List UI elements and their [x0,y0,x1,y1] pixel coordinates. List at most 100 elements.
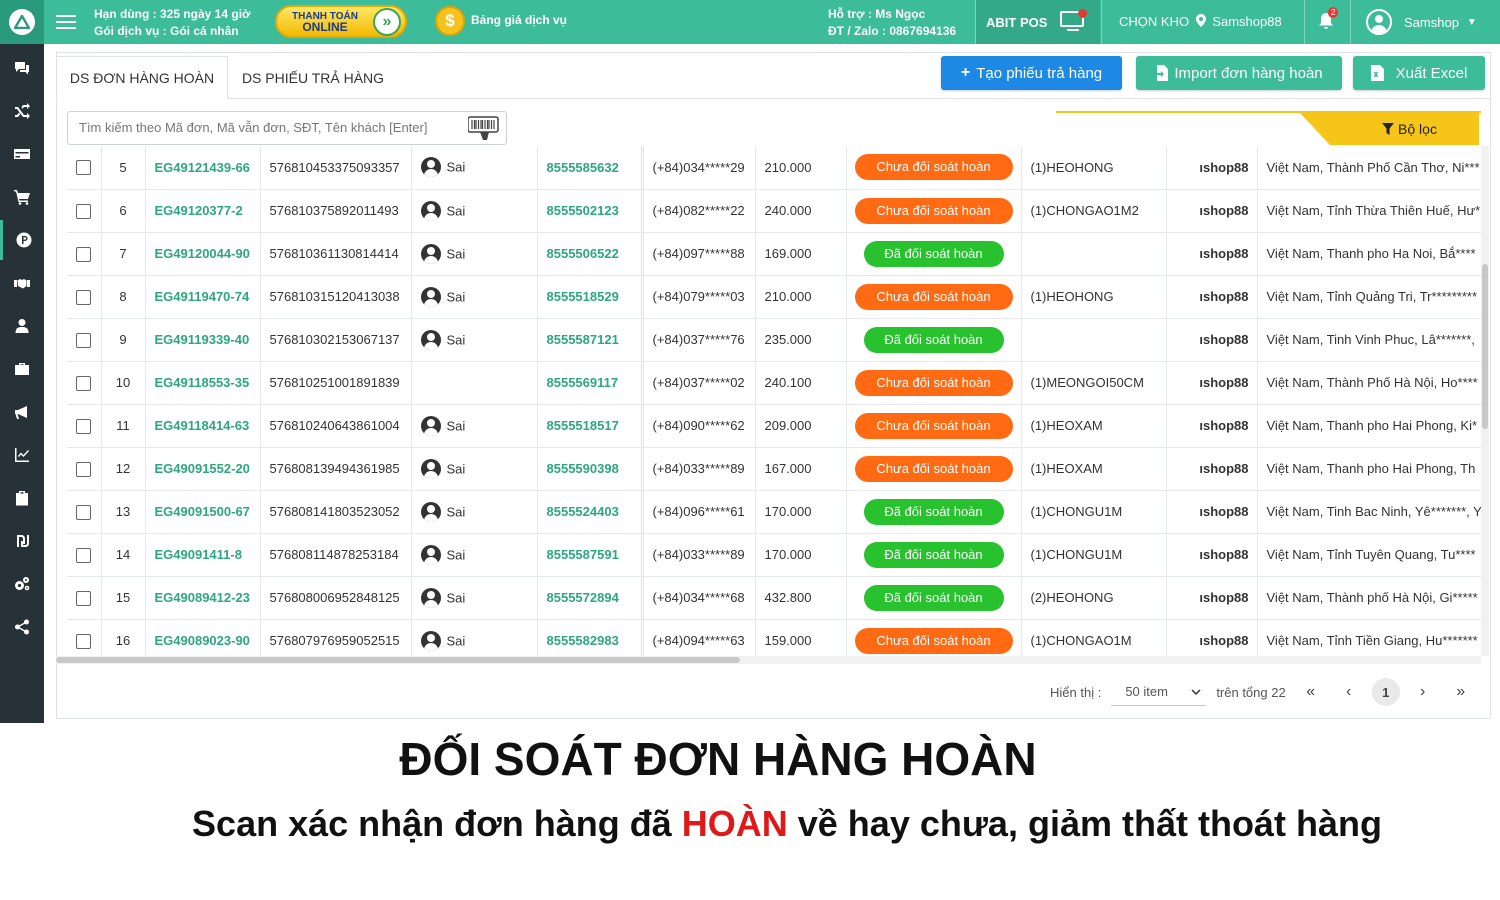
scrollbar-thumb[interactable] [56,657,740,663]
sidebar-item-cart[interactable] [0,177,44,217]
status-badge[interactable]: Đã đối soát hoàn [863,584,1004,611]
abit-pos-button[interactable]: ABIT POS [976,0,1100,44]
order-code-link[interactable]: EG49091500-67 [145,490,261,534]
sidebar-item-customers[interactable] [0,306,44,346]
status-badge[interactable]: Đã đối soát hoàn [863,240,1004,267]
status-badge[interactable]: Chưa đối soát hoàn [854,197,1013,224]
sidebar-item-marketing[interactable] [0,392,44,432]
sidebar-item-card[interactable] [0,134,44,174]
sidebar-item-finance[interactable] [0,521,44,561]
row-checkbox[interactable] [76,547,92,563]
table-row[interactable]: 16 EG49089023-90 576807976959052515 Sai 8555… [67,619,1482,656]
status-badge[interactable]: Chưa đối soát hoàn [854,369,1013,396]
table-row[interactable]: 10 EG49118553-35 576810251001891839 8555569… [67,361,1482,405]
first-page-button[interactable]: « [1296,678,1326,706]
table-row[interactable]: 13 EG49091500-67 576808141803523052 Sai 8555… [67,490,1482,534]
order-code-link[interactable]: EG49118553-35 [145,361,261,405]
table-row[interactable]: 5 EG49121439-66 576810453375093357 Sai 85555… [67,146,1482,190]
table-row[interactable]: 14 EG49091411-8 576808114878253184 Sai 85555… [67,533,1482,577]
order-code-link[interactable]: EG49120377-2 [145,189,261,233]
row-checkbox[interactable] [76,504,92,520]
export-excel-button[interactable]: Xuất Excel [1353,56,1485,90]
filter-button[interactable]: Bộ lọc [1300,113,1479,145]
table-row[interactable]: 12 EG49091552-20 576808139494361985 Sai 8555… [67,447,1482,491]
bill-code-link[interactable]: 8555569117 [537,361,643,405]
status-badge[interactable]: Đã đối soát hoàn [863,541,1004,568]
bill-code-link[interactable]: 8555524403 [537,490,643,534]
row-checkbox[interactable] [76,375,92,391]
order-code-link[interactable]: EG49118414-63 [145,404,261,448]
status-badge[interactable]: Chưa đối soát hoàn [854,412,1013,439]
status-badge[interactable]: Chưa đối soát hoàn [854,627,1013,654]
pay-online-button[interactable]: THANH TOÁN ONLINE » [275,5,407,38]
bill-code-link[interactable]: 8555590398 [537,447,643,491]
table-row[interactable]: 6 EG49120377-2 576810375892011493 Sai 855550… [67,189,1482,233]
row-checkbox[interactable] [76,332,92,348]
order-code-link[interactable]: EG49119339-40 [145,318,261,362]
sidebar-item-settings[interactable] [0,564,44,604]
row-checkbox[interactable] [76,246,92,262]
row-checkbox[interactable] [76,590,92,606]
search-input[interactable] [68,112,458,142]
table-row[interactable]: 11 EG49118414-63 576810240643861004 Sai 8555… [67,404,1482,448]
hamburger-menu-icon[interactable] [56,12,76,32]
barcode-scanner-icon[interactable] [468,116,500,142]
sidebar-item-chat[interactable] [0,48,44,88]
row-checkbox[interactable] [76,461,92,477]
bill-code-link[interactable]: 8555587121 [537,318,643,362]
tab-return-slips[interactable]: DS PHIẾU TRẢ HÀNG [228,56,398,99]
scrollbar-thumb[interactable] [1482,264,1488,429]
sidebar-item-shuffle[interactable] [0,91,44,131]
bill-code-link[interactable]: 8555572894 [537,576,643,620]
order-code-link[interactable]: EG49089412-23 [145,576,261,620]
bill-code-link[interactable]: 8555585632 [537,146,643,190]
row-checkbox[interactable] [76,289,92,305]
bill-code-link[interactable]: 8555518517 [537,404,643,448]
next-page-button[interactable]: › [1408,678,1438,706]
tab-return-orders[interactable]: DS ĐƠN HÀNG HOÀN [56,56,228,99]
user-menu[interactable]: Samshop ▼ [1366,9,1477,35]
status-badge[interactable]: Chưa đối soát hoàn [854,154,1013,181]
table-row[interactable]: 8 EG49119470-74 576810315120413038 Sai 85555… [67,275,1482,319]
bill-code-link[interactable]: 8555587591 [537,533,643,577]
sidebar-item-returns[interactable] [0,220,44,260]
row-checkbox[interactable] [76,160,92,176]
bill-code-link[interactable]: 8555518529 [537,275,643,319]
bill-code-link[interactable]: 8555506522 [537,232,643,276]
per-page-select[interactable]: 50 item [1111,678,1207,706]
row-checkbox[interactable] [76,418,92,434]
sidebar-item-tasks[interactable] [0,478,44,518]
row-checkbox[interactable] [76,633,92,649]
order-code-link[interactable]: EG49089023-90 [145,619,261,656]
table-row[interactable]: 9 EG49119339-40 576810302153067137 Sai 85555… [67,318,1482,362]
prev-page-button[interactable]: ‹ [1334,678,1364,706]
row-checkbox[interactable] [76,203,92,219]
status-badge[interactable]: Chưa đối soát hoàn [854,455,1013,482]
sidebar-item-partners[interactable] [0,263,44,303]
order-code-link[interactable]: EG49119470-74 [145,275,261,319]
status-badge[interactable]: Chưa đối soát hoàn [854,283,1013,310]
table-row[interactable]: 7 EG49120044-90 576810361130814414 Sai 85555… [67,232,1482,276]
bill-code-link[interactable]: 8555582983 [537,619,643,656]
order-code-link[interactable]: EG49121439-66 [145,146,261,190]
horizontal-scrollbar[interactable] [56,656,1481,664]
order-code-link[interactable]: EG49120044-90 [145,232,261,276]
order-code-link[interactable]: EG49091552-20 [145,447,261,491]
bill-code-link[interactable]: 8555502123 [537,189,643,233]
sidebar-item-reports[interactable] [0,435,44,475]
create-return-slip-button[interactable]: + Tạo phiếu trả hàng [941,56,1122,90]
app-logo[interactable] [0,0,44,44]
vertical-scrollbar[interactable] [1481,146,1489,656]
table-row[interactable]: 15 EG49089412-23 576808006952848125 Sai 8555… [67,576,1482,620]
current-page-button[interactable]: 1 [1371,678,1400,706]
warehouse-selector[interactable]: CHỌN KHO Samshop88 [1119,14,1282,29]
import-returns-button[interactable]: Import đơn hàng hoàn [1136,56,1342,90]
notification-bell-icon[interactable]: 2 [1318,7,1339,32]
status-badge[interactable]: Đã đối soát hoàn [863,326,1004,353]
order-code-link[interactable]: EG49091411-8 [145,533,261,577]
price-list-link[interactable]: Bảng giá dịch vụ [471,13,567,27]
status-badge[interactable]: Đã đối soát hoàn [863,498,1004,525]
sidebar-item-share[interactable] [0,607,44,647]
sidebar-item-business[interactable] [0,349,44,389]
last-page-button[interactable]: » [1446,678,1476,706]
